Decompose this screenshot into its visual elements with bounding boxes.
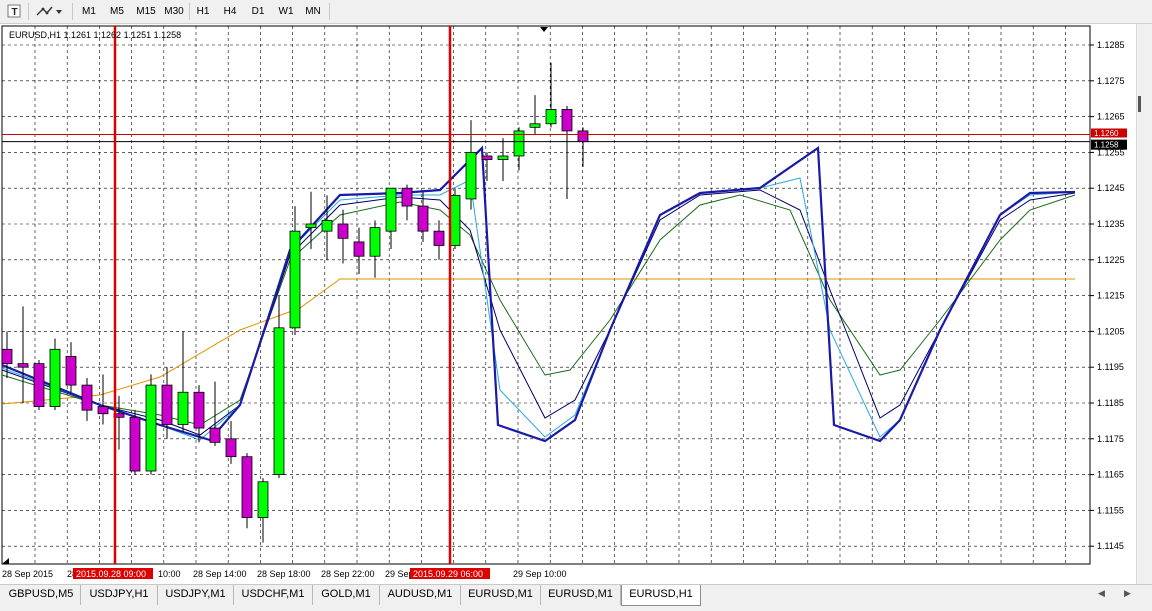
- tab-eurusd-m1[interactable]: EURUSD,M1: [461, 585, 541, 605]
- candle-body: [33, 363, 45, 407]
- price-axis: 1.1285 1.1275 1.1265 1.1255 1.1245 1.1235 1.12…: [1090, 40, 1125, 551]
- candle-body: [369, 227, 381, 257]
- chart-info-line: EURUSD,H1 1.1261 1.1262 1.1251 1.1258: [9, 30, 181, 40]
- tab-gbpusd-m5[interactable]: GBPUSD,M5: [2, 585, 81, 605]
- price-label: 1.1225: [1097, 255, 1125, 265]
- timeframe-m5-button[interactable]: M5: [104, 2, 130, 21]
- candle-body: [17, 363, 29, 368]
- candle-body: [337, 223, 349, 239]
- candle-body: [545, 109, 557, 125]
- candle-body: [257, 481, 269, 518]
- price-label: 1.1185: [1097, 398, 1124, 408]
- timeframe-m30-button[interactable]: M30: [161, 2, 187, 21]
- price-label: 1.1215: [1097, 291, 1125, 301]
- candle-body: [577, 130, 589, 143]
- svg-text:T: T: [12, 7, 18, 18]
- price-label: 1.1165: [1097, 470, 1124, 480]
- timeframe-mn-button[interactable]: MN: [301, 2, 325, 21]
- red-price-tag-label: 1.1260: [1094, 129, 1119, 138]
- candle-body: [401, 187, 413, 207]
- price-label: 1.1235: [1097, 219, 1125, 229]
- toolbar-separator: [28, 3, 29, 20]
- price-label: 1.1265: [1097, 112, 1125, 122]
- candle-body: [529, 123, 541, 128]
- candle-body: [145, 384, 157, 472]
- toolbar-separator: [72, 3, 73, 20]
- tab-usdjpy-h1[interactable]: USDJPY,H1: [81, 585, 158, 605]
- price-label: 1.1205: [1097, 326, 1125, 336]
- tab-audusd-m1[interactable]: AUDUSD,M1: [380, 585, 461, 605]
- price-label: 1.1145: [1097, 541, 1124, 551]
- price-label: 1.1155: [1097, 505, 1124, 515]
- tab-usdjpy-m1[interactable]: USDJPY,M1: [158, 585, 234, 605]
- chart-tabs: GBPUSD,M5 USDJPY,H1 USDJPY,M1 USDCHF,M1 …: [0, 584, 1152, 611]
- drawing-tools-dropdown-icon[interactable]: [34, 2, 66, 21]
- tab-gold-m1[interactable]: GOLD,M1: [313, 585, 380, 605]
- text-tool-icon[interactable]: T: [4, 2, 24, 21]
- candle-body: [385, 187, 397, 232]
- candle-body: [465, 151, 477, 200]
- timeframe-w1-button[interactable]: W1: [275, 2, 297, 21]
- time-label: 28 Sep 2015: [2, 569, 53, 579]
- time-label: 28 Sep 22:00: [321, 569, 375, 579]
- vline-date-label: 2015.09.28 09:00: [76, 569, 146, 579]
- price-label: 1.1195: [1097, 362, 1124, 372]
- candle-body: [433, 230, 445, 246]
- time-label: 28 Sep 14:00: [193, 569, 247, 579]
- price-label: 1.1275: [1097, 76, 1125, 86]
- candle-body: [497, 155, 509, 160]
- candle-body: [1, 348, 13, 365]
- timeframe-m15-button[interactable]: M15: [134, 2, 158, 21]
- candle-body: [449, 194, 461, 246]
- time-label: 10:00: [158, 569, 181, 579]
- tab-scroll-left-icon[interactable]: ◀: [1098, 588, 1105, 599]
- time-label: 29 Sep: [385, 569, 414, 579]
- candle-body: [129, 416, 141, 472]
- candle-body: [561, 109, 573, 132]
- candle-body: [161, 384, 173, 425]
- timeframe-h1-button[interactable]: H1: [192, 2, 214, 21]
- timeframe-h4-button[interactable]: H4: [219, 2, 241, 21]
- tab-scroll-right-icon[interactable]: ▶: [1124, 588, 1131, 599]
- right-scroll-strip: [1136, 24, 1152, 584]
- time-label: 29 Sep 10:00: [513, 569, 567, 579]
- time-label: 28 Sep 18:00: [257, 569, 311, 579]
- candle-body: [193, 391, 205, 429]
- tab-eurusd-h1-active[interactable]: EURUSD,H1: [621, 585, 701, 606]
- candle-body: [305, 223, 317, 228]
- candle-body: [289, 230, 301, 329]
- candle-body: [321, 220, 333, 232]
- candle-body: [209, 427, 221, 443]
- candle-body: [49, 348, 61, 407]
- candle-body: [353, 241, 365, 257]
- candle-body: [417, 205, 429, 232]
- toolbar: T M1 M5 M15 M30 H1 H4 D1 W1 MN: [0, 0, 1152, 24]
- candle-body: [241, 456, 253, 518]
- toolbar-separator: [329, 3, 330, 20]
- price-label: 1.1175: [1097, 434, 1124, 444]
- candle-body: [177, 391, 189, 425]
- toolbar-separator: [189, 3, 190, 20]
- candle-body: [273, 327, 285, 476]
- candle-body: [81, 384, 93, 411]
- candle-body: [481, 155, 493, 160]
- price-label: 1.1255: [1097, 147, 1125, 157]
- tab-usdchf-m1[interactable]: USDCHF,M1: [234, 585, 313, 605]
- scroll-handle[interactable]: [1138, 96, 1141, 112]
- candle-body: [65, 356, 77, 386]
- plot-area: [1, 25, 1091, 565]
- tab-eurusd-m1-2[interactable]: EURUSD,M1: [541, 585, 621, 605]
- price-label: 1.1285: [1097, 40, 1125, 50]
- timeframe-d1-button[interactable]: D1: [247, 2, 269, 21]
- price-chart[interactable]: 1.1260 1.1258 1.1285 1.1275 1.1265 1.1255 1.1…: [0, 24, 1152, 584]
- timeframe-m1-button[interactable]: M1: [78, 2, 100, 21]
- price-label: 1.1245: [1097, 183, 1125, 193]
- candle-body: [225, 438, 237, 458]
- vline-date-label: 2015.09.29 06:00: [413, 569, 483, 579]
- candle-body: [97, 406, 109, 415]
